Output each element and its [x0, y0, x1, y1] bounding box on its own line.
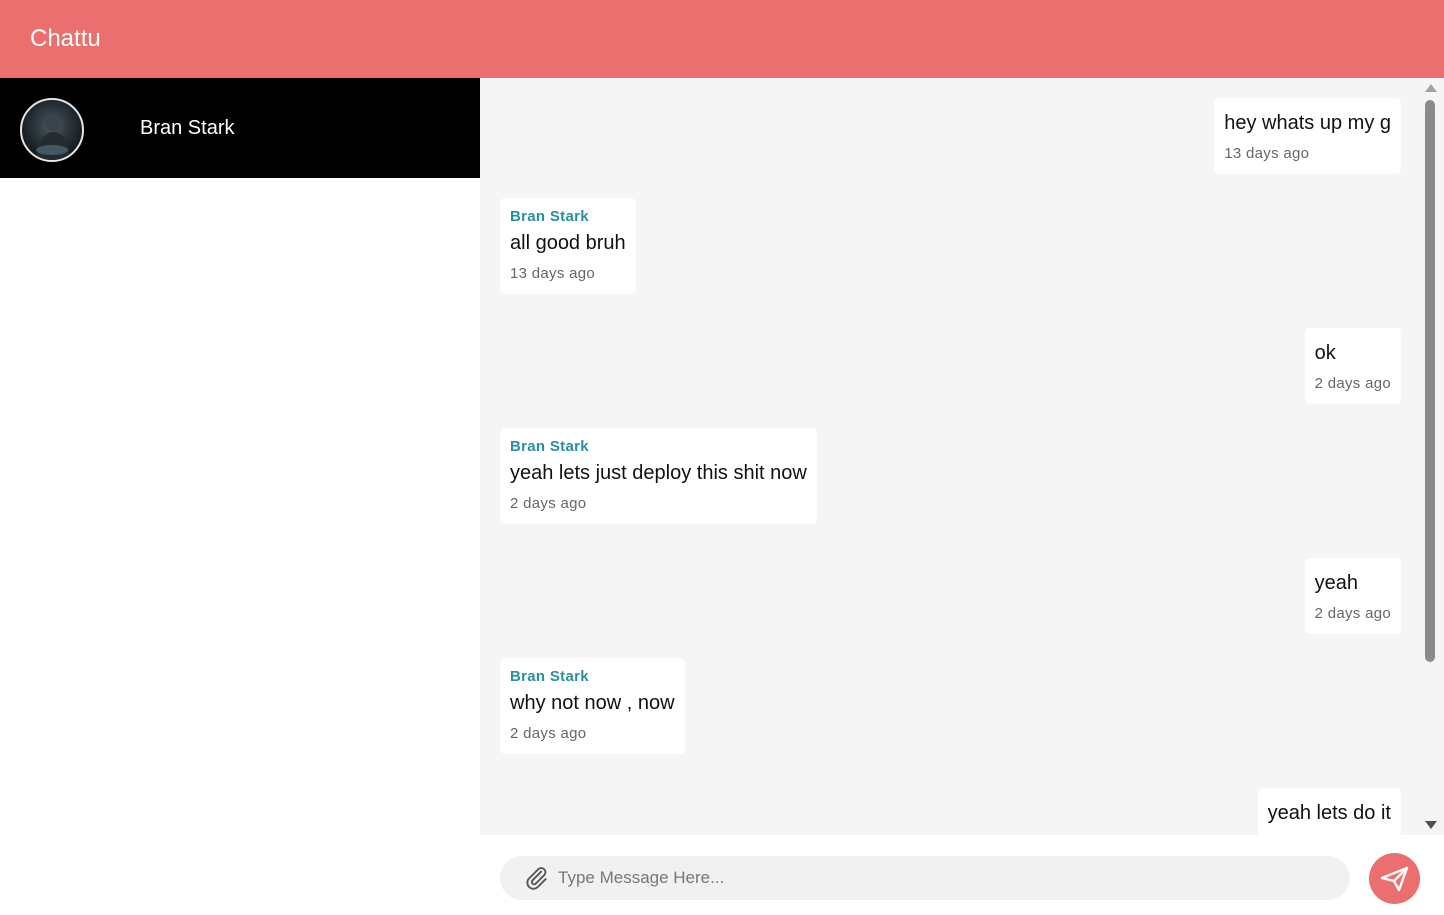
- scroll-up-arrow-icon[interactable]: [1425, 84, 1437, 92]
- message-time: 2 days ago: [510, 725, 587, 742]
- message-sender: Bran Stark: [510, 668, 589, 685]
- message-time: 2 days ago: [1314, 375, 1391, 392]
- message-text: why not now , now: [510, 692, 675, 714]
- message-bubble-outgoing: yeah 2 days ago: [1304, 558, 1401, 634]
- scroll-down-arrow-icon[interactable]: [1425, 821, 1437, 829]
- message-sender: Bran Stark: [510, 208, 589, 225]
- contacts-sidebar: Bran Stark: [0, 78, 480, 915]
- avatar: [20, 98, 84, 162]
- message-text: yeah lets do it: [1267, 802, 1391, 824]
- paperclip-icon[interactable]: [522, 864, 550, 892]
- message-time: 2 days ago: [510, 495, 587, 512]
- user-avatar-photo-icon: [36, 113, 71, 160]
- message-bubble-outgoing: hey whats up my g 13 days ago: [1214, 98, 1401, 174]
- message-text: ok: [1314, 342, 1336, 364]
- message-text: yeah: [1314, 572, 1358, 594]
- message-time: 2 days ago: [1314, 605, 1391, 622]
- message-text: hey whats up my g: [1224, 112, 1391, 134]
- message-bubble-outgoing: yeah lets do it: [1257, 788, 1401, 835]
- contact-item-bran-stark[interactable]: Bran Stark: [0, 78, 480, 178]
- message-text: all good bruh: [510, 232, 626, 254]
- message-sender: Bran Stark: [510, 438, 589, 455]
- message-bubble-incoming: Bran Stark all good bruh 13 days ago: [500, 198, 636, 294]
- chat-app: Chattu Bran Stark hey whats up my g 13 d…: [0, 0, 1444, 915]
- contact-name: Bran Stark: [140, 117, 235, 139]
- app-title: Chattu: [30, 25, 101, 52]
- message-scrollbar[interactable]: [1421, 78, 1440, 835]
- message-bubble-incoming: Bran Stark yeah lets just deploy this sh…: [500, 428, 817, 524]
- message-list[interactable]: hey whats up my g 13 days ago Bran Stark…: [480, 78, 1444, 835]
- message-input[interactable]: [558, 856, 1338, 900]
- message-time: 13 days ago: [510, 265, 596, 282]
- send-button[interactable]: [1369, 853, 1420, 904]
- message-time: 13 days ago: [1224, 145, 1310, 162]
- paper-plane-icon: [1380, 866, 1409, 892]
- scrollbar-thumb[interactable]: [1425, 100, 1435, 662]
- message-bubble-incoming: Bran Stark why not now , now 2 days ago: [500, 658, 685, 754]
- message-input-wrapper: [500, 856, 1350, 900]
- message-text: yeah lets just deploy this shit now: [510, 462, 807, 484]
- app-header: Chattu: [0, 0, 1444, 78]
- message-composer: [480, 835, 1444, 915]
- message-bubble-outgoing: ok 2 days ago: [1304, 328, 1401, 404]
